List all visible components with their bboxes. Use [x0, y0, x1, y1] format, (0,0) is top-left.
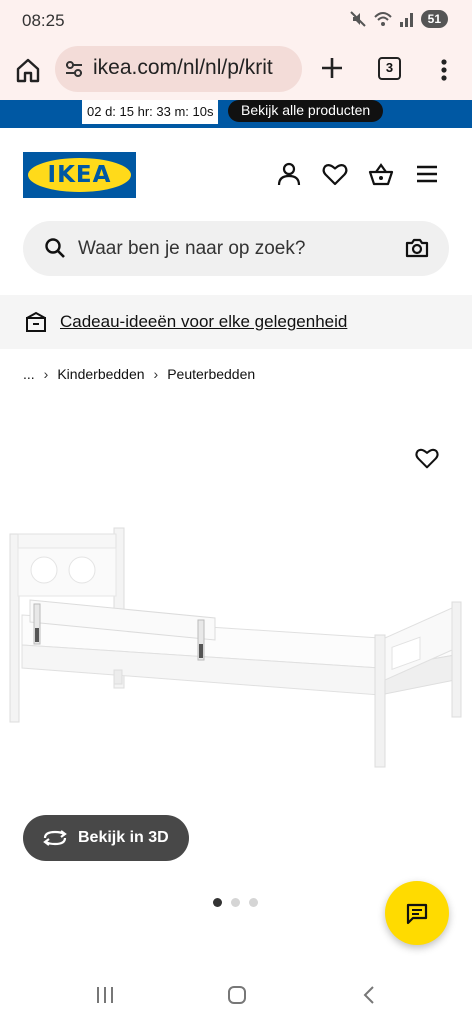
signal-icon: [399, 13, 413, 27]
battery-indicator: 51: [420, 10, 448, 28]
carousel-dot-2[interactable]: [231, 898, 240, 907]
breadcrumb-peuterbedden[interactable]: Peuterbedden: [167, 366, 255, 382]
basket-icon[interactable]: [367, 160, 395, 188]
url-text: ikea.com/nl/nl/p/krit: [93, 56, 273, 79]
logo-oval: IKEA: [28, 158, 131, 192]
status-icons: 51: [349, 10, 448, 28]
site-settings-icon[interactable]: [64, 60, 84, 78]
breadcrumb: ... › Kinderbedden › Peuterbedden: [23, 366, 255, 382]
chevron-right-icon: ›: [43, 366, 49, 382]
add-to-favorites-heart-icon[interactable]: [414, 445, 440, 471]
tab-switcher-button[interactable]: 3: [378, 57, 401, 80]
carousel-indicator: [213, 898, 258, 907]
chat-button[interactable]: [385, 881, 449, 945]
rotate-3d-icon: [43, 830, 67, 846]
status-bar: 08:25 51: [0, 0, 472, 44]
recent-apps-icon[interactable]: [94, 984, 116, 1006]
back-icon[interactable]: [358, 984, 380, 1006]
mute-icon: [349, 11, 366, 27]
countdown-timer: 02 d: 15 hr: 33 m: 10s: [82, 100, 219, 124]
promo-bar: 02 d: 15 hr: 33 m: 10s Bekijk alle produ…: [0, 100, 472, 128]
logo-text: IKEA: [47, 162, 112, 188]
browser-toolbar: ikea.com/nl/nl/p/krit 3: [0, 44, 472, 100]
chat-bubble-icon: [406, 903, 428, 925]
ikea-logo[interactable]: IKEA: [23, 152, 136, 198]
gift-ideas-link[interactable]: Cadeau-ideeën voor elke gelegenheid: [60, 312, 347, 332]
menu-icon[interactable]: [413, 160, 441, 188]
view-in-3d-button[interactable]: Bekijk in 3D: [23, 815, 189, 861]
search-input[interactable]: Waar ben je naar op zoek?: [23, 221, 449, 276]
home-nav-icon[interactable]: [226, 984, 248, 1006]
wifi-icon: [373, 12, 392, 26]
address-bar[interactable]: ikea.com/nl/nl/p/krit: [55, 46, 302, 92]
carousel-dot-3[interactable]: [249, 898, 258, 907]
user-icon[interactable]: [275, 160, 303, 188]
system-navigation-bar: [0, 966, 472, 1024]
heart-icon[interactable]: [321, 160, 349, 188]
product-image-toddler-bed[interactable]: [0, 520, 472, 780]
search-icon: [45, 238, 65, 258]
carousel-dot-1[interactable]: [213, 898, 222, 907]
status-time: 08:25: [22, 11, 65, 30]
home-icon[interactable]: [14, 56, 42, 84]
camera-icon[interactable]: [404, 236, 430, 260]
view-in-3d-label: Bekijk in 3D: [78, 829, 169, 846]
search-placeholder: Waar ben je naar op zoek?: [78, 238, 306, 259]
view-all-products-button[interactable]: Bekijk alle producten: [228, 100, 384, 122]
gift-box-icon: [26, 311, 46, 332]
breadcrumb-ellipsis[interactable]: ...: [23, 366, 35, 382]
chevron-right-icon: ›: [153, 366, 159, 382]
plus-icon[interactable]: [318, 54, 346, 82]
gift-ideas-banner[interactable]: Cadeau-ideeën voor elke gelegenheid: [0, 295, 472, 349]
breadcrumb-kinderbedden[interactable]: Kinderbedden: [57, 366, 144, 382]
more-vert-icon[interactable]: [432, 56, 456, 84]
